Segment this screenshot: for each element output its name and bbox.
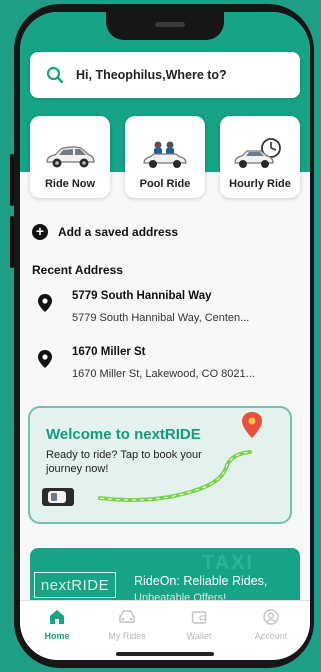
hourly-car-icon — [234, 138, 281, 168]
tab-home-label: Home — [44, 631, 70, 641]
add-saved-address[interactable]: + Add a saved address — [32, 224, 178, 240]
add-saved-address-label: Add a saved address — [58, 225, 179, 239]
recent-address-title: Recent Address — [32, 263, 123, 277]
taxi-sign: TAXI — [202, 552, 255, 574]
car-icon — [119, 610, 135, 623]
search-icon — [46, 66, 64, 84]
tab-account[interactable]: Account — [236, 609, 306, 641]
ride-options: Ride Now Pool Ride Hourly Ride — [30, 116, 300, 198]
tab-wallet-label: Wallet — [186, 631, 212, 641]
hourly-ride-label: Hourly Ride — [229, 178, 291, 190]
car-icon — [46, 146, 95, 168]
account-icon — [263, 609, 279, 625]
map-pin-icon — [242, 412, 262, 438]
ride-now-label: Ride Now — [44, 178, 96, 190]
search-bar[interactable]: Hi, Theophilus,Where to? — [30, 52, 300, 98]
address-title: 1670 Miller St — [72, 346, 146, 358]
welcome-title: Welcome to nextRIDE — [46, 426, 201, 443]
tab-home[interactable]: Home — [22, 609, 92, 641]
hourly-ride-card[interactable]: Hourly Ride — [220, 116, 300, 198]
ride-now-card[interactable]: Ride Now — [30, 116, 110, 198]
wallet-icon — [191, 611, 207, 624]
pool-car-icon — [143, 141, 187, 168]
search-prompt: Hi, Theophilus,Where to? — [76, 68, 227, 82]
home-indicator — [116, 652, 214, 656]
app-screen: Hi, Theophilus,Where to? Ride Now Pool R… — [20, 12, 310, 660]
phone-side-button — [10, 216, 14, 268]
location-pin-icon — [38, 350, 52, 368]
location-pin-icon — [38, 294, 52, 312]
pool-ride-label: Pool Ride — [139, 178, 191, 190]
plus-icon: + — [32, 224, 48, 240]
pool-ride-card[interactable]: Pool Ride — [125, 116, 205, 198]
phone-speaker — [155, 22, 185, 27]
address-subtitle: 5779 South Hannibal Way, Centen... — [72, 312, 250, 324]
tab-wallet[interactable]: Wallet — [164, 609, 234, 641]
tab-my-rides[interactable]: My Rides — [92, 609, 162, 641]
welcome-banner[interactable]: Welcome to nextRIDE Ready to ride? Tap t… — [28, 406, 292, 524]
promo-headline: RideOn: Reliable Rides, — [134, 574, 268, 588]
welcome-subtitle: Ready to ride? Tap to book your journey … — [46, 449, 202, 475]
phone-side-button — [10, 154, 14, 206]
tab-my-rides-label: My Rides — [108, 631, 146, 641]
car-top-view-icon — [42, 488, 74, 506]
address-subtitle: 1670 Miller St, Lakewood, CO 8021... — [72, 368, 255, 380]
address-title: 5779 South Hannibal Way — [72, 290, 212, 302]
tab-account-label: Account — [254, 631, 288, 641]
bottom-tab-bar: Home My Rides Wallet Account — [20, 600, 310, 660]
home-icon — [50, 610, 64, 624]
nextride-logo: nextRIDE — [34, 572, 116, 598]
